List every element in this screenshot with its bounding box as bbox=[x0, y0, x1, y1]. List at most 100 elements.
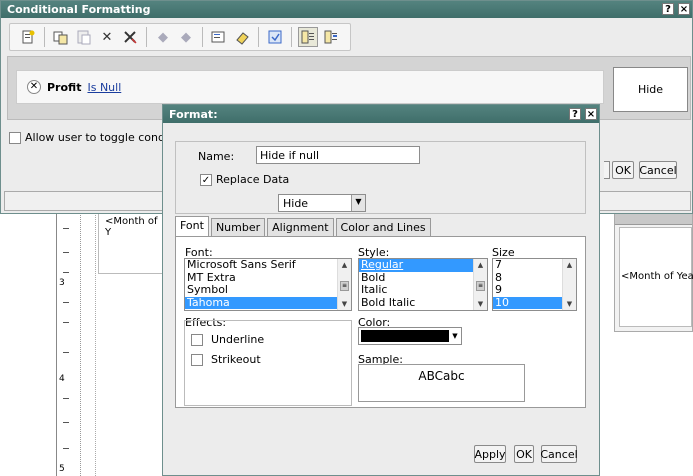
replace-data-label: Replace Data bbox=[216, 173, 290, 186]
chevron-down-icon: ▼ bbox=[351, 195, 365, 211]
strikeout-checkbox[interactable] bbox=[191, 353, 203, 366]
style-item[interactable]: Bold Italic bbox=[359, 296, 487, 310]
close-button[interactable]: × bbox=[678, 3, 690, 15]
style-item-selected[interactable]: Regular bbox=[359, 259, 487, 272]
size-list-scrollbar[interactable]: ▲ ▼ bbox=[562, 259, 576, 310]
toolbar-separator bbox=[291, 27, 292, 47]
name-label: Name: bbox=[198, 150, 235, 163]
clear-icon[interactable] bbox=[120, 27, 140, 47]
tab-number[interactable]: Number bbox=[210, 218, 266, 236]
ruler-number: 4 bbox=[59, 374, 65, 384]
size-list[interactable]: 7 8 9 10 ▲ ▼ bbox=[492, 258, 577, 311]
hidden-button-edge[interactable] bbox=[604, 161, 610, 179]
report-cell-text: <Month of Yea bbox=[621, 271, 693, 282]
ruler-tick bbox=[63, 352, 69, 353]
allow-toggle-checkbox[interactable] bbox=[9, 131, 21, 144]
report-cell[interactable]: <Month of Y bbox=[98, 212, 164, 274]
font-item[interactable]: Microsoft Sans Serif bbox=[185, 259, 351, 272]
ruler-tick bbox=[63, 252, 69, 253]
condition-action-label: Hide bbox=[637, 83, 664, 96]
cf-ok-button[interactable]: OK bbox=[612, 161, 634, 179]
delete-icon[interactable]: ✕ bbox=[97, 27, 117, 47]
ruler-tick bbox=[63, 398, 69, 399]
condition-row[interactable]: ✕ Profit Is Null bbox=[16, 70, 604, 104]
effects-group: Underline Strikeout bbox=[184, 320, 352, 406]
cf-title: Conditional Formatting bbox=[7, 3, 151, 16]
cf-title-bar: Conditional Formatting ? × bbox=[1, 1, 692, 18]
sample-text: ABCabc bbox=[418, 369, 465, 383]
toolbar-separator bbox=[44, 27, 45, 47]
tab-alignment[interactable]: Alignment bbox=[267, 218, 334, 236]
report-cell-right[interactable]: <Month of Yea bbox=[614, 212, 693, 332]
ruler-tick bbox=[63, 302, 69, 303]
scroll-up-icon[interactable]: ▲ bbox=[474, 259, 487, 271]
ruler-tick bbox=[63, 272, 69, 273]
apply-button[interactable]: Apply bbox=[474, 445, 506, 463]
style-item[interactable]: Italic bbox=[359, 283, 487, 297]
ruler-tick bbox=[63, 228, 69, 229]
ok-button[interactable]: OK bbox=[514, 445, 534, 463]
scroll-down-icon[interactable]: ▼ bbox=[563, 298, 576, 310]
color-picker[interactable]: ▼ bbox=[358, 327, 462, 345]
toolbar-separator bbox=[146, 27, 147, 47]
style-list-scrollbar[interactable]: ▲ ≡ ▼ bbox=[473, 259, 487, 310]
eraser-icon[interactable] bbox=[232, 27, 252, 47]
help-button[interactable]: ? bbox=[662, 3, 674, 15]
toolbar-separator bbox=[202, 27, 203, 47]
cancel-button[interactable]: Cancel bbox=[540, 445, 578, 463]
help-button[interactable]: ? bbox=[569, 108, 581, 120]
ruler-tick bbox=[63, 448, 69, 449]
ruler-number: 5 bbox=[59, 464, 65, 474]
scroll-down-icon[interactable]: ▼ bbox=[338, 298, 351, 310]
scroll-up-icon[interactable]: ▲ bbox=[563, 259, 576, 271]
move-down-icon[interactable]: ◆ bbox=[176, 27, 196, 47]
copy-icon[interactable] bbox=[51, 27, 71, 47]
format-dialog: Format: ? × Name: Hide if null ✓ Replace… bbox=[162, 104, 600, 476]
tab-font[interactable]: Font bbox=[175, 216, 209, 236]
scroll-up-icon[interactable]: ▲ bbox=[338, 259, 351, 271]
style-list[interactable]: Regular Bold Italic Bold Italic ▲ ≡ ▼ bbox=[358, 258, 488, 311]
scroll-down-icon[interactable]: ▼ bbox=[474, 298, 487, 310]
condition-operator-link[interactable]: Is Null bbox=[87, 81, 121, 94]
strikeout-label: Strikeout bbox=[211, 353, 261, 366]
apply-icon[interactable] bbox=[265, 27, 285, 47]
scroll-thumb[interactable]: ≡ bbox=[340, 281, 349, 291]
cf-cancel-button[interactable]: Cancel bbox=[639, 161, 677, 179]
format-tabs: Font Number Alignment Color and Lines bbox=[175, 216, 431, 236]
condition-action-preview[interactable]: Hide bbox=[613, 67, 688, 112]
vertical-ruler: 3 4 5 bbox=[56, 212, 96, 476]
paste-icon[interactable] bbox=[74, 27, 94, 47]
tab-color-and-lines[interactable]: Color and Lines bbox=[335, 218, 431, 236]
replace-data-value: Hide bbox=[283, 197, 309, 210]
new-condition-icon[interactable] bbox=[18, 27, 38, 47]
underline-label: Underline bbox=[211, 333, 265, 346]
underline-option[interactable]: Underline bbox=[191, 333, 264, 346]
sample-preview: ABCabc bbox=[358, 364, 525, 402]
move-up-icon[interactable]: ◆ bbox=[153, 27, 173, 47]
ruler-tick bbox=[63, 322, 69, 323]
remove-condition-icon[interactable]: ✕ bbox=[27, 80, 41, 94]
font-list-scrollbar[interactable]: ▲ ≡ ▼ bbox=[337, 259, 351, 310]
underline-checkbox[interactable] bbox=[191, 333, 203, 346]
condition-field: Profit bbox=[47, 80, 82, 94]
ruler-tick bbox=[63, 422, 69, 423]
name-section: Name: Hide if null ✓ Replace Data Hide ▼ bbox=[175, 141, 586, 214]
toolbar-separator bbox=[258, 27, 259, 47]
replace-data-select[interactable]: Hide ▼ bbox=[278, 194, 366, 212]
ruler-number: 3 bbox=[59, 278, 65, 288]
layout-icon[interactable] bbox=[298, 27, 318, 47]
strikeout-option[interactable]: Strikeout bbox=[191, 353, 261, 366]
replace-data-checkbox[interactable]: ✓ bbox=[200, 174, 212, 186]
close-button[interactable]: × bbox=[585, 108, 597, 120]
font-item-selected[interactable]: Tahoma bbox=[185, 296, 351, 309]
name-input[interactable]: Hide if null bbox=[256, 146, 420, 164]
report-cell-header bbox=[615, 213, 692, 225]
format-icon[interactable] bbox=[209, 27, 229, 47]
chevron-down-icon: ▼ bbox=[452, 332, 458, 340]
scroll-thumb[interactable]: ≡ bbox=[476, 281, 485, 291]
format-title: Format: bbox=[169, 108, 218, 121]
font-list[interactable]: Microsoft Sans Serif MT Extra Symbol Tah… bbox=[184, 258, 352, 311]
font-item[interactable]: Symbol bbox=[185, 283, 351, 297]
cf-toolbar: ✕ ◆ ◆ bbox=[9, 23, 351, 51]
layout-alt-icon[interactable] bbox=[321, 27, 341, 47]
